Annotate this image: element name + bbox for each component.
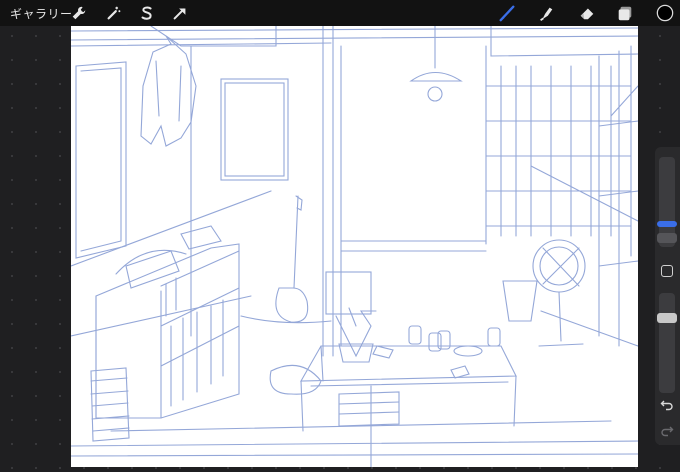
smudge-icon[interactable] (536, 3, 556, 23)
brush-sidebar (655, 147, 680, 445)
brush-size-thumb[interactable] (657, 221, 677, 227)
redo-icon[interactable] (660, 423, 674, 437)
transform-arrow-icon[interactable] (170, 3, 190, 23)
gallery-button[interactable]: ギャラリー (10, 5, 73, 22)
modify-button[interactable] (661, 265, 673, 277)
opacity-slider[interactable] (657, 293, 677, 393)
brush-icon[interactable] (497, 3, 517, 23)
selection-icon[interactable] (137, 3, 157, 23)
brush-size-handle[interactable] (657, 233, 677, 243)
color-swatch-icon[interactable] (655, 3, 675, 23)
top-toolbar: ギャラリー (0, 0, 680, 26)
eraser-icon[interactable] (577, 3, 597, 23)
undo-icon[interactable] (660, 397, 674, 411)
opacity-thumb[interactable] (657, 313, 677, 323)
brush-size-slider[interactable] (657, 157, 677, 247)
wrench-icon[interactable] (69, 3, 89, 23)
magic-wand-icon[interactable] (104, 3, 124, 23)
room-sketch (71, 26, 638, 467)
drawing-canvas[interactable] (71, 26, 638, 467)
layers-icon[interactable] (615, 3, 635, 23)
